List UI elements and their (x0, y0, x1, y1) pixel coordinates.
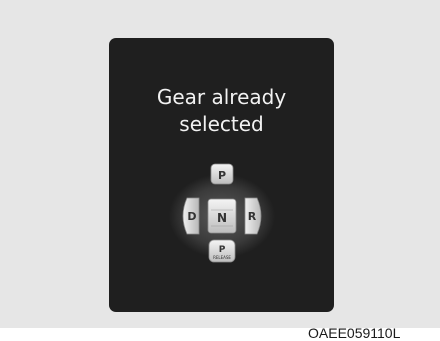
park-label: P (218, 169, 226, 182)
neutral-label: N (217, 211, 227, 225)
drive-button[interactable]: D (182, 197, 200, 235)
drive-label: D (187, 210, 196, 223)
message-line-1: Gear already (156, 85, 287, 109)
park-button[interactable]: P (210, 163, 234, 185)
neutral-button[interactable]: N (207, 198, 237, 234)
park-release-sublabel: RELEASE (213, 255, 231, 260)
figure-code: OAEE059110L (308, 325, 401, 341)
gear-message: Gear already selected (109, 84, 334, 138)
message-line-2: selected (179, 112, 264, 136)
cluster-display: Gear already selected P D N R P RELEASE (109, 38, 334, 312)
reverse-button[interactable]: R (244, 197, 262, 235)
reverse-label: R (248, 210, 257, 223)
gear-shift-buttons-icon: P D N R P RELEASE (169, 160, 275, 264)
park-release-label: P (219, 245, 226, 255)
park-release-button[interactable]: P RELEASE (208, 239, 236, 263)
image-background: Gear already selected P D N R P RELEASE (0, 0, 440, 328)
